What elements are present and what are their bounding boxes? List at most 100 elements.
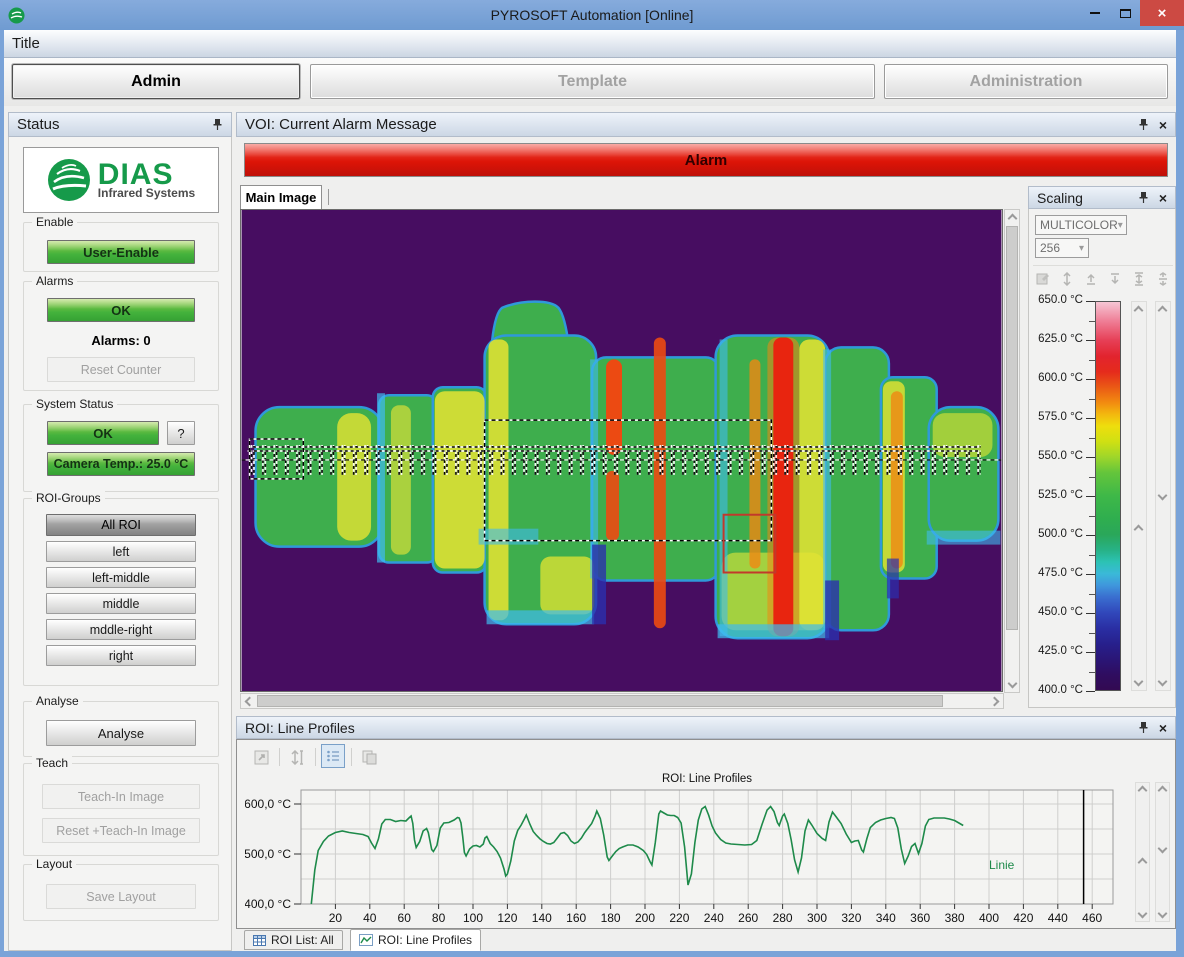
spin-up-icon[interactable] [1158, 786, 1168, 796]
lower-limit-spinner[interactable] [1155, 301, 1171, 691]
pin-icon[interactable] [1138, 191, 1149, 204]
palette-combobox[interactable]: MULTICOLOR▾ [1035, 215, 1127, 235]
alarm-banner: Alarm [244, 143, 1168, 177]
scale-tick-label: 625.0 °C [1029, 333, 1083, 345]
reset-counter-button[interactable]: Reset Counter [47, 357, 195, 382]
close-panel-icon[interactable]: × [1159, 118, 1167, 132]
group-enable: Enable User-Enable [23, 222, 219, 272]
legend-list-icon[interactable] [321, 744, 345, 768]
spin-up-icon[interactable] [1134, 525, 1144, 535]
tab-admin[interactable]: Admin [12, 64, 300, 99]
legend-label: Linie [989, 858, 1015, 872]
scroll-right-icon[interactable] [990, 697, 1000, 707]
close-panel-icon[interactable]: × [1159, 191, 1167, 205]
tab-roi-list[interactable]: ROI List: All [244, 930, 343, 950]
svg-text:500,0 °C: 500,0 °C [245, 847, 291, 861]
properties-icon[interactable] [1033, 269, 1053, 289]
scale-tick-label: 425.0 °C [1029, 645, 1083, 657]
tab-line-profiles[interactable]: ROI: Line Profiles [350, 929, 481, 951]
tab-template[interactable]: Template [310, 64, 875, 99]
upper-limit-up-icon[interactable] [1081, 269, 1101, 289]
spin-up-icon[interactable] [1138, 858, 1148, 868]
roi-right-button[interactable]: right [46, 645, 196, 666]
menu-title[interactable]: Title [12, 35, 40, 52]
levels-combobox[interactable]: 256▾ [1035, 238, 1089, 258]
dias-logo: DIAS Infrared Systems [23, 147, 219, 213]
spin-down-icon[interactable] [1134, 677, 1144, 687]
spin-down-icon[interactable] [1158, 491, 1168, 501]
chart-scroll-column[interactable] [1135, 782, 1150, 922]
pin-icon[interactable] [1138, 721, 1149, 734]
svg-text:460: 460 [1082, 911, 1102, 925]
open-window-icon[interactable] [249, 745, 273, 769]
menu-bar[interactable]: Title [4, 30, 1176, 58]
pin-icon[interactable] [1138, 118, 1149, 131]
scrollbar-thumb[interactable] [1006, 226, 1018, 630]
save-layout-button[interactable]: Save Layout [46, 884, 196, 909]
main-image-tab[interactable]: Main Image [240, 185, 322, 209]
group-alarms: Alarms OK Alarms: 0 Reset Counter [23, 281, 219, 391]
center-range-icon[interactable] [1153, 269, 1173, 289]
group-layout: Layout Save Layout [23, 864, 219, 921]
nav-tabstrip: Admin Template Administration [4, 58, 1176, 106]
alarm-counter: Alarms: 0 [24, 333, 218, 348]
spin-up-icon[interactable] [1134, 306, 1144, 316]
chart-scroll-column[interactable] [1155, 782, 1170, 922]
tab-line-profiles-label: ROI: Line Profiles [378, 933, 472, 947]
system-help-button[interactable]: ? [167, 421, 195, 445]
group-system-label: System Status [32, 397, 117, 411]
profiles-toolbar [237, 740, 1175, 772]
roi-left-middle-button[interactable]: left-middle [46, 567, 196, 588]
thermal-image[interactable] [240, 209, 1003, 692]
upper-limit-spinner[interactable] [1131, 301, 1147, 691]
reset-teach-in-button[interactable]: Reset +Teach-In Image [42, 818, 200, 843]
svg-text:40: 40 [363, 911, 377, 925]
system-ok-button: OK [47, 421, 159, 445]
analyse-button[interactable]: Analyse [46, 720, 196, 746]
scale-area: 650.0 °C625.0 °C600.0 °C575.0 °C550.0 °C… [1029, 293, 1177, 703]
auto-range-icon[interactable] [1129, 269, 1149, 289]
spin-up-icon[interactable] [1158, 306, 1168, 316]
image-vertical-scrollbar[interactable] [1004, 209, 1020, 693]
svg-text:240: 240 [704, 911, 724, 925]
svg-text:140: 140 [532, 911, 552, 925]
teach-in-button[interactable]: Teach-In Image [42, 784, 200, 809]
spin-down-icon[interactable] [1158, 844, 1168, 854]
svg-text:20: 20 [329, 911, 343, 925]
roi-middle-right-button[interactable]: mddle-right [46, 619, 196, 640]
spin-up-icon[interactable] [1138, 786, 1148, 796]
profiles-panel: ROI: Line Profiles2040608010012014016018… [236, 739, 1176, 929]
scrollbar-thumb[interactable] [257, 695, 943, 707]
spin-down-icon[interactable] [1158, 677, 1168, 687]
user-enable-button[interactable]: User-Enable [47, 240, 195, 264]
scale-tick-label: 450.0 °C [1029, 606, 1083, 618]
fit-vertical-icon[interactable] [285, 745, 309, 769]
voi-panel-title: VOI: Current Alarm Message [245, 116, 437, 133]
scroll-left-icon[interactable] [245, 697, 255, 707]
roi-all-button[interactable]: All ROI [46, 514, 196, 536]
close-panel-icon[interactable]: × [1159, 721, 1167, 735]
table-icon [253, 935, 266, 946]
voi-panel-header: VOI: Current Alarm Message × [236, 112, 1176, 137]
group-analyse-label: Analyse [32, 694, 83, 708]
range-expand-icon[interactable] [1057, 269, 1077, 289]
scroll-down-icon[interactable] [1008, 679, 1018, 689]
scale-tick-label: 400.0 °C [1029, 684, 1083, 696]
image-horizontal-scrollbar[interactable] [240, 693, 1004, 709]
group-teach-label: Teach [32, 756, 72, 770]
scaling-panel-header: Scaling × [1028, 186, 1176, 209]
spin-down-icon[interactable] [1138, 909, 1148, 919]
copy-icon[interactable] [357, 745, 381, 769]
tab-administration[interactable]: Administration [884, 64, 1168, 99]
roi-left-button[interactable]: left [46, 541, 196, 562]
svg-text:80: 80 [432, 911, 446, 925]
scaling-panel-title: Scaling [1037, 190, 1083, 206]
svg-text:340: 340 [876, 911, 896, 925]
spin-down-icon[interactable] [1158, 909, 1168, 919]
lower-limit-down-icon[interactable] [1105, 269, 1125, 289]
scroll-up-icon[interactable] [1008, 214, 1018, 224]
svg-text:100: 100 [463, 911, 483, 925]
roi-middle-button[interactable]: middle [46, 593, 196, 614]
pin-icon[interactable] [212, 118, 223, 131]
svg-text:360: 360 [910, 911, 930, 925]
